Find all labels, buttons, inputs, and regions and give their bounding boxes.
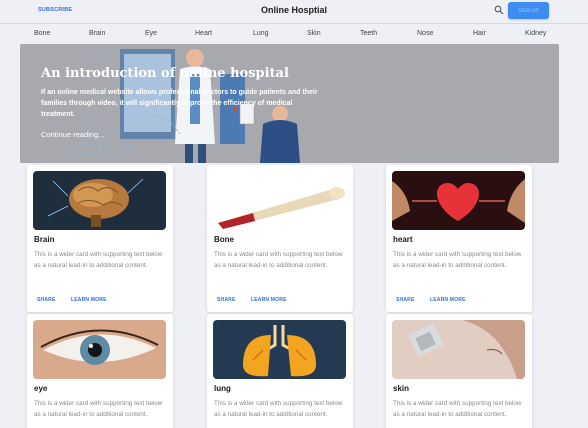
hero-text: If an online medical website allows prof… [41,89,318,118]
nav-item-kidney[interactable]: Kidney [525,30,546,37]
card-brain: Brain This is a wider card with supporti… [27,165,173,312]
card-skin: skin This is a wider card with supportin… [386,314,532,428]
top-bar: SUBSCRIBE Online Hosptial SIGN UP [0,0,588,24]
card-text: This is a wider card with supporting tex… [34,400,163,418]
nav-item-brain[interactable]: Brain [89,30,105,37]
card-text: This is a wider card with supporting tex… [393,251,522,269]
nav-item-hair[interactable]: Hair [473,30,486,37]
search-icon[interactable] [494,5,504,15]
card-title: lung [214,384,231,393]
category-nav: Bone Brain Eye Heart Lung Skin Teeth Nos… [0,25,588,44]
nav-item-bone[interactable]: Bone [34,30,50,37]
lung-image [213,320,346,379]
card-title: eye [34,384,48,393]
card-lung: lung This is a wider card with supportin… [207,314,353,428]
share-button[interactable]: SHARE [37,297,56,303]
eye-image [33,320,166,379]
share-button[interactable]: SHARE [217,297,236,303]
nav-item-teeth[interactable]: Teeth [360,30,377,37]
nav-item-nose[interactable]: Nose [417,30,433,37]
card-text: This is a wider card with supporting tex… [393,400,522,418]
nav-item-skin[interactable]: Skin [307,30,321,37]
card-title: Brain [34,235,55,244]
card-text: This is a wider card with supporting tex… [214,251,343,269]
learn-more-button[interactable]: LEARN MORE [430,297,466,303]
card-heart: heart This is a wider card with supporti… [386,165,532,312]
nav-item-heart[interactable]: Heart [195,30,212,37]
sign-up-button[interactable]: SIGN UP [508,2,549,19]
card-title: Bone [214,235,234,244]
skin-image [392,320,525,379]
nav-item-eye[interactable]: Eye [145,30,157,37]
card-eye: eye This is a wider card with supporting… [27,314,173,428]
continue-reading-link[interactable]: Continue reading... [41,130,104,139]
bone-image [213,171,346,230]
card-bone: Bone This is a wider card with supportin… [207,165,353,312]
learn-more-button[interactable]: LEARN MORE [251,297,287,303]
card-text: This is a wider card with supporting tex… [214,400,343,418]
share-button[interactable]: SHARE [396,297,415,303]
hero-banner: An introduction of online hospital If an… [20,44,559,163]
card-title: heart [393,235,413,244]
card-text: This is a wider card with supporting tex… [34,251,163,269]
hero-title: An introduction of online hospital [41,66,289,81]
heart-image [392,171,525,230]
brain-image [33,171,166,230]
card-title: skin [393,384,410,393]
learn-more-button[interactable]: LEARN MORE [71,297,107,303]
nav-item-lung[interactable]: Lung [253,30,269,37]
